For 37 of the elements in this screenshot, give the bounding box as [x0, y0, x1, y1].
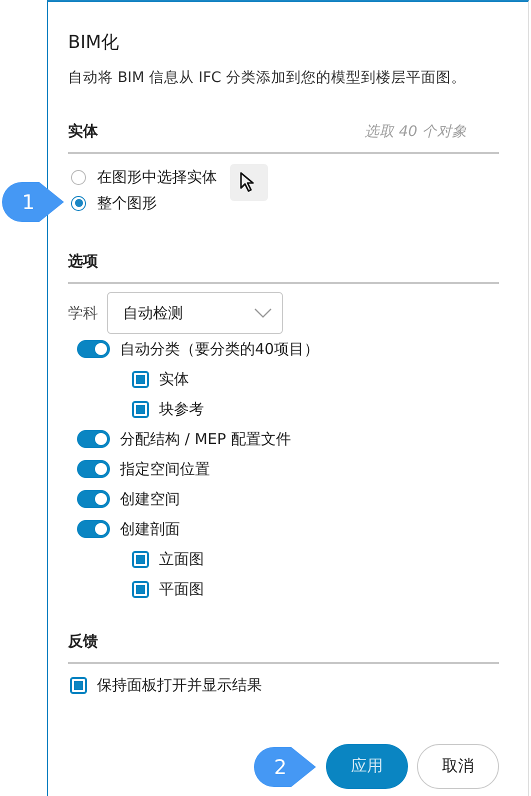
- radio-button[interactable]: [71, 196, 86, 210]
- callout-badge: 2: [254, 747, 316, 787]
- checkbox[interactable]: [132, 400, 149, 418]
- option-label: 立面图: [159, 550, 204, 568]
- callout-badge: 1: [2, 182, 64, 222]
- selection-count: 选取 40 个对象: [364, 122, 467, 140]
- option-label: 指定空间位置: [120, 460, 210, 478]
- option-label: 平面图: [159, 580, 204, 598]
- toggle-switch[interactable]: [77, 430, 110, 448]
- toggle-switch[interactable]: [77, 340, 110, 358]
- option-label: 分配结构 / MEP 配置文件: [120, 430, 291, 448]
- description: 自动将 BIM 信息从 IFC 分类添加到您的模型到楼层平面图。: [68, 69, 467, 88]
- checkbox[interactable]: [132, 370, 149, 388]
- toggle-switch[interactable]: [77, 460, 110, 478]
- panel-title: BIM化: [68, 31, 120, 55]
- option-label: 保持面板打开并显示结果: [97, 676, 262, 694]
- discipline-dropdown[interactable]: 自动检测: [107, 292, 283, 334]
- option-label: 块参考: [159, 400, 204, 418]
- radio-label: 在图形中选择实体: [97, 168, 217, 186]
- cancel-button[interactable]: 取消: [417, 744, 499, 789]
- option-label: 实体: [159, 370, 189, 388]
- checkbox[interactable]: [132, 580, 149, 598]
- option-label: 创建剖面: [120, 520, 180, 538]
- toggle-switch[interactable]: [77, 490, 110, 508]
- radio-button[interactable]: [71, 170, 86, 184]
- toggle-switch[interactable]: [77, 520, 110, 538]
- section-heading: 选项: [68, 252, 98, 270]
- section-heading: 反馈: [68, 632, 98, 650]
- checkbox[interactable]: [70, 676, 87, 694]
- option-label: 创建空间: [120, 490, 180, 508]
- option-label: 自动分类（要分类的40项目）: [120, 340, 320, 358]
- radio-label: 整个图形: [97, 194, 157, 212]
- section-heading: 实体: [68, 122, 98, 140]
- checkbox[interactable]: [132, 550, 149, 568]
- select-cursor-button[interactable]: [230, 164, 268, 200]
- discipline-label: 学科: [68, 304, 98, 322]
- chevron-down-icon: [254, 308, 272, 318]
